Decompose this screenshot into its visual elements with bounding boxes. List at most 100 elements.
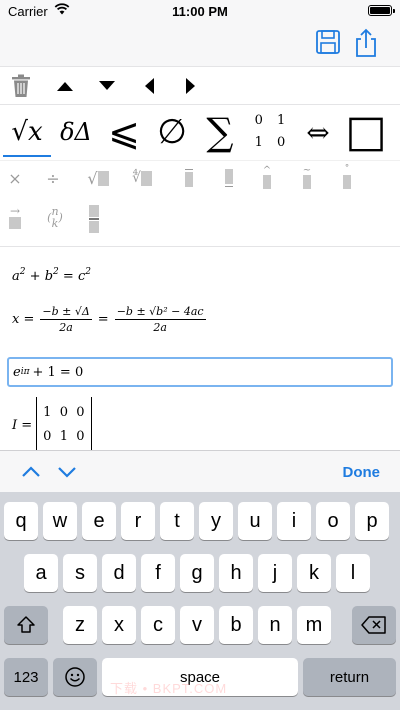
eq1-exp-a: 2	[19, 267, 26, 277]
eq3-exponent: iπ	[20, 367, 30, 377]
emoji-icon	[65, 667, 85, 687]
equation-identity-matrix[interactable]: I = 1 0 0 0 1 0	[12, 397, 92, 450]
chevron-down-icon	[58, 467, 76, 478]
key-e[interactable]: e	[82, 502, 116, 540]
category-relations[interactable]: ⩽	[104, 109, 144, 155]
emoji-key[interactable]	[53, 658, 97, 696]
key-l[interactable]: l	[336, 554, 370, 592]
eq1-equals: =	[62, 269, 74, 284]
move-left-button[interactable]	[136, 73, 162, 99]
tilde-template-button[interactable]: ~	[298, 165, 316, 191]
binomial-template-button[interactable]: (n k)	[42, 201, 68, 235]
category-box[interactable]: □	[344, 109, 388, 155]
save-button[interactable]	[314, 28, 344, 58]
key-d[interactable]: d	[102, 554, 136, 592]
key-w[interactable]: w	[43, 502, 77, 540]
category-operators[interactable]: ∑	[198, 109, 242, 155]
vector-template-button[interactable]: →	[4, 205, 26, 231]
key-s[interactable]: s	[63, 554, 97, 592]
backspace-key[interactable]	[352, 606, 396, 644]
key-k[interactable]: k	[297, 554, 331, 592]
arrow-down-icon	[99, 81, 115, 90]
equation-pythagoras[interactable]: a2 + b2 = c2	[12, 267, 91, 284]
category-matrix[interactable]: 0 1 1 0	[248, 109, 292, 155]
key-c[interactable]: c	[141, 606, 175, 644]
equation-quadratic[interactable]: x = −b ± √Δ 2a = −b ± √b² − 4ac 2a	[12, 305, 208, 334]
key-g[interactable]: g	[180, 554, 214, 592]
space-key[interactable]: space	[102, 658, 298, 696]
times-symbol-button[interactable]: ×	[4, 167, 26, 189]
key-v[interactable]: v	[180, 606, 214, 644]
category-sets[interactable]: ∅	[150, 109, 194, 155]
category-greek-label: δΔ	[60, 118, 92, 146]
edit-toolbar	[0, 66, 400, 104]
category-arrows-label: ⇔	[306, 115, 330, 149]
eq1-plus: +	[29, 269, 41, 284]
equation-euler-active[interactable]: e iπ + 1 = 0	[7, 357, 393, 387]
overline-template-button[interactable]	[180, 165, 198, 191]
category-sqrt[interactable]: √x	[4, 109, 50, 155]
category-matrix-label: 0 1 1 0	[254, 113, 286, 150]
key-t[interactable]: t	[160, 502, 194, 540]
key-j[interactable]: j	[258, 554, 292, 592]
move-up-button[interactable]	[52, 73, 78, 99]
symbol-palette: × ÷ √ ∜ ^ ~ ˚ → (n k)	[0, 160, 400, 246]
eq2-denominator-1: 2a	[59, 321, 73, 334]
key-y[interactable]: y	[199, 502, 233, 540]
overline-icon	[185, 168, 193, 188]
underline-template-button[interactable]	[220, 165, 238, 191]
key-f[interactable]: f	[141, 554, 175, 592]
shift-key[interactable]	[4, 606, 48, 644]
sqrt-template-button[interactable]: √	[84, 165, 112, 191]
key-m[interactable]: m	[297, 606, 331, 644]
key-r[interactable]: r	[121, 502, 155, 540]
identity-matrix: 1 0 0 0 1 0	[36, 397, 92, 450]
previous-field-button[interactable]	[20, 461, 42, 483]
share-icon	[356, 28, 376, 57]
eq3-rest: + 1 = 0	[32, 364, 84, 380]
key-o[interactable]: o	[316, 502, 350, 540]
vector-arrow-icon: →	[9, 205, 21, 229]
eq3-base: e	[13, 364, 21, 380]
dot-icon: ˚	[343, 166, 351, 189]
underbrace-template-button[interactable]	[84, 203, 104, 235]
divide-symbol-button[interactable]: ÷	[42, 167, 64, 189]
key-z[interactable]: z	[63, 606, 97, 644]
key-p[interactable]: p	[355, 502, 389, 540]
category-greek[interactable]: δΔ	[54, 109, 98, 155]
numbers-key[interactable]: 123	[4, 658, 48, 696]
share-button[interactable]	[352, 28, 382, 58]
eq1-b: b	[44, 269, 54, 284]
key-b[interactable]: b	[219, 606, 253, 644]
eq2-fraction-1: −b ± √Δ 2a	[40, 305, 92, 334]
keyboard-accessory-bar: Done	[0, 450, 400, 492]
chevron-up-icon	[22, 466, 40, 477]
key-i[interactable]: i	[277, 502, 311, 540]
done-button[interactable]: Done	[343, 464, 381, 481]
category-sets-label: ∅	[157, 112, 187, 152]
key-a[interactable]: a	[24, 554, 58, 592]
key-q[interactable]: q	[4, 502, 38, 540]
eq4-lhs: I =	[12, 417, 33, 433]
category-arrows[interactable]: ⇔	[296, 109, 340, 155]
battery-icon	[368, 5, 395, 16]
key-n[interactable]: n	[258, 606, 292, 644]
arrow-right-icon	[186, 78, 195, 94]
move-right-button[interactable]	[178, 73, 204, 99]
nth-root-template-button[interactable]: ∜	[126, 165, 158, 191]
clock: 11:00 PM	[172, 4, 228, 19]
key-h[interactable]: h	[219, 554, 253, 592]
move-down-button[interactable]	[94, 73, 120, 99]
equation-editor[interactable]: a2 + b2 = c2 x = −b ± √Δ 2a = −b ± √b² −…	[0, 246, 400, 450]
hat-template-button[interactable]: ^	[258, 165, 276, 191]
key-x[interactable]: x	[102, 606, 136, 644]
eq1-exp-b: 2	[53, 267, 59, 277]
times-glyph: ×	[8, 168, 22, 188]
key-u[interactable]: u	[238, 502, 272, 540]
return-key[interactable]: return	[303, 658, 396, 696]
symbol-categories: √x δΔ ⩽ ∅ ∑ 0 1 1 0 ⇔ □	[0, 104, 400, 160]
next-field-button[interactable]	[56, 461, 78, 483]
delete-button[interactable]	[8, 73, 34, 99]
arrow-up-icon	[57, 82, 73, 91]
dot-template-button[interactable]: ˚	[338, 165, 356, 191]
